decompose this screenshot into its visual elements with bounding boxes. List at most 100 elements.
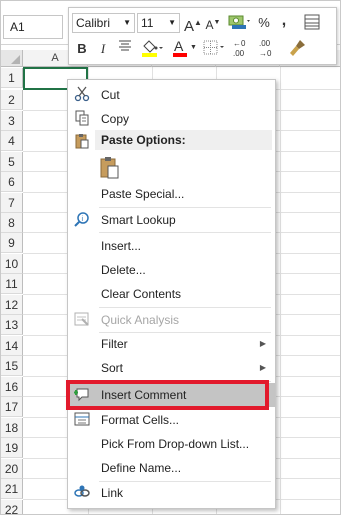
paste-button[interactable] bbox=[99, 156, 121, 180]
row-header[interactable]: 4 bbox=[1, 131, 23, 151]
paste-options-header: Paste Options: bbox=[95, 130, 272, 150]
context-menu: Cut Copy Paste Options: Paste Special...… bbox=[66, 79, 276, 509]
menu-item-format-cells[interactable]: Format Cells... bbox=[68, 408, 275, 432]
table-icon bbox=[304, 14, 320, 30]
decrease-decimal-button[interactable]: .00 →0 bbox=[258, 38, 280, 58]
row-header[interactable]: 1 bbox=[1, 68, 23, 88]
submenu-arrow-icon: ▶ bbox=[259, 363, 266, 372]
menu-item-sort[interactable]: Sort ▶ bbox=[68, 356, 275, 380]
menu-item-insert[interactable]: Insert... bbox=[68, 234, 275, 258]
row-header[interactable]: 11 bbox=[1, 274, 23, 294]
menu-item-smart-lookup[interactable]: i Smart Lookup bbox=[68, 208, 275, 232]
chevron-down-icon: ▼ bbox=[168, 18, 176, 27]
paintbrush-icon bbox=[290, 40, 305, 56]
svg-text:←0: ←0 bbox=[233, 39, 246, 48]
bold-button[interactable]: B bbox=[75, 39, 89, 59]
menu-item-filter[interactable]: Filter ▶ bbox=[68, 332, 275, 356]
shrink-font-icon: A bbox=[205, 18, 214, 32]
menu-item-label: Link bbox=[101, 486, 124, 500]
svg-text:.00: .00 bbox=[233, 49, 245, 58]
increase-decimal-icon: ←0.00 bbox=[233, 39, 246, 58]
row-header[interactable]: 19 bbox=[1, 438, 23, 458]
row-header[interactable]: 17 bbox=[1, 397, 23, 417]
grow-font-icon: A bbox=[184, 18, 195, 35]
grow-font-button[interactable]: A▲ bbox=[184, 13, 202, 35]
name-box[interactable]: A1 bbox=[3, 15, 63, 39]
svg-text:.00: .00 bbox=[259, 39, 271, 48]
menu-item-define-name[interactable]: Define Name... bbox=[68, 456, 275, 480]
excel-window: A1 A 1 2 3 4 5 6 7 8 9 10 11 12 13 14 15… bbox=[0, 0, 341, 515]
menu-item-label: Format Cells... bbox=[101, 413, 180, 427]
menu-item-copy[interactable]: Copy bbox=[68, 107, 275, 131]
menu-item-label: Cut bbox=[101, 88, 120, 102]
paint-bucket-icon bbox=[142, 40, 163, 57]
italic-button[interactable]: I bbox=[96, 39, 110, 59]
copy-icon bbox=[73, 110, 91, 128]
link-icon bbox=[73, 484, 91, 502]
menu-item-delete[interactable]: Delete... bbox=[68, 258, 275, 282]
menu-item-label: Pick From Drop-down List... bbox=[101, 437, 250, 451]
menu-item-label: Copy bbox=[101, 112, 130, 126]
row-header[interactable]: 3 bbox=[1, 111, 23, 131]
align-center-icon bbox=[119, 40, 131, 51]
row-header[interactable]: 2 bbox=[1, 90, 23, 110]
menu-item-label: Paste Special... bbox=[101, 187, 185, 201]
row-header[interactable]: 7 bbox=[1, 193, 23, 213]
row-header[interactable]: 22 bbox=[1, 500, 23, 514]
submenu-arrow-icon: ▶ bbox=[259, 339, 266, 348]
fill-color-button[interactable] bbox=[139, 38, 165, 58]
row-header[interactable]: 15 bbox=[1, 356, 23, 376]
select-all-corner[interactable] bbox=[1, 50, 23, 67]
menu-item-label: Insert... bbox=[101, 239, 142, 253]
increase-decimal-button[interactable]: ←0.00 bbox=[232, 38, 254, 58]
format-painter-table-button[interactable] bbox=[302, 13, 322, 33]
borders-icon bbox=[203, 40, 224, 55]
font-name-dropdown[interactable]: Calibri ▼ bbox=[72, 13, 135, 33]
menu-item-quick-analysis: Quick Analysis bbox=[68, 308, 275, 332]
borders-button[interactable] bbox=[201, 39, 227, 59]
menu-item-label: Define Name... bbox=[101, 461, 182, 475]
menu-item-paste-special[interactable]: Paste Special... bbox=[68, 182, 275, 206]
accounting-format-icon bbox=[228, 15, 250, 29]
paste-icon bbox=[73, 133, 91, 151]
row-header[interactable]: 20 bbox=[1, 459, 23, 479]
menu-separator bbox=[99, 232, 271, 233]
row-header[interactable]: 6 bbox=[1, 172, 23, 192]
row-header[interactable]: 13 bbox=[1, 315, 23, 335]
comma-style-button[interactable]: , bbox=[277, 11, 291, 31]
percent-style-button[interactable]: % bbox=[256, 13, 272, 33]
clipboard-paste-icon bbox=[100, 157, 119, 179]
accounting-format-button[interactable] bbox=[226, 12, 252, 32]
shrink-font-button[interactable]: A▼ bbox=[205, 13, 221, 33]
font-name-value: Calibri bbox=[76, 16, 111, 30]
font-color-button[interactable]: A ▼ bbox=[171, 38, 197, 58]
menu-item-label: Quick Analysis bbox=[101, 313, 180, 327]
menu-item-cut[interactable]: Cut bbox=[68, 83, 275, 107]
row-header[interactable]: 21 bbox=[1, 479, 23, 499]
svg-text:→0: →0 bbox=[259, 49, 272, 58]
menu-item-pick-from-list[interactable]: Pick From Drop-down List... bbox=[68, 432, 275, 456]
chevron-down-icon: ▼ bbox=[123, 18, 131, 27]
row-header[interactable]: 9 bbox=[1, 233, 23, 253]
row-header[interactable]: 10 bbox=[1, 254, 23, 274]
menu-item-clear-contents[interactable]: Clear Contents bbox=[68, 282, 275, 306]
font-size-dropdown[interactable]: 11 ▼ bbox=[137, 13, 180, 33]
svg-text:i: i bbox=[82, 216, 84, 223]
paste-options-label: Paste Options: bbox=[101, 133, 186, 147]
row-header[interactable]: 5 bbox=[1, 152, 23, 172]
format-painter-button[interactable] bbox=[287, 38, 309, 58]
menu-item-link[interactable]: Link bbox=[68, 481, 275, 505]
align-center-button[interactable] bbox=[117, 39, 133, 59]
menu-item-label: Filter bbox=[101, 337, 128, 351]
font-color-swatch bbox=[173, 53, 187, 57]
row-header[interactable]: 8 bbox=[1, 213, 23, 233]
font-size-value: 11 bbox=[141, 16, 154, 30]
row-header[interactable]: 14 bbox=[1, 336, 23, 356]
scissors-icon bbox=[73, 86, 91, 104]
row-header[interactable]: 16 bbox=[1, 377, 23, 397]
row-header[interactable]: 12 bbox=[1, 295, 23, 315]
format-cells-icon bbox=[73, 411, 91, 429]
menu-item-label: Delete... bbox=[101, 263, 146, 277]
menu-item-label: Sort bbox=[101, 361, 124, 375]
row-header[interactable]: 18 bbox=[1, 418, 23, 438]
